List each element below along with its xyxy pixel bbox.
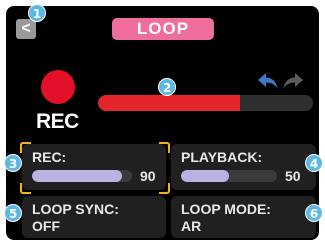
rec-level-slider[interactable] (32, 170, 132, 182)
focus-bracket (159, 142, 170, 153)
playback-level-fill (181, 170, 229, 182)
focus-bracket (159, 183, 170, 194)
focus-bracket (20, 183, 31, 194)
loop-mode-panel[interactable]: LOOP MODE: AR (171, 196, 316, 238)
page-title: LOOP (112, 18, 214, 40)
rec-level-panel[interactable]: REC: 90 (22, 144, 166, 190)
callout-badge: 5 (4, 204, 22, 222)
loop-sync-value: OFF (32, 218, 60, 234)
loop-mode-value: AR (181, 218, 202, 234)
loop-sync-label: LOOP SYNC: (32, 201, 119, 217)
callout-badge: 6 (305, 204, 323, 222)
loop-sync-panel[interactable]: LOOP SYNC: OFF (22, 196, 166, 238)
rec-level-label: REC: (32, 149, 67, 165)
undo-icon[interactable] (257, 72, 279, 90)
callout-badge: 2 (158, 78, 176, 96)
rec-label: REC (36, 110, 79, 133)
rec-level-value: 90 (140, 168, 156, 184)
playback-level-panel[interactable]: PLAYBACK: 50 (171, 144, 316, 190)
callout-badge: 3 (4, 154, 22, 172)
callout-badge: 4 (305, 154, 323, 172)
rec-level-fill (32, 170, 122, 182)
record-indicator-icon[interactable] (41, 70, 75, 104)
loop-progress-fill (98, 95, 240, 111)
playback-level-slider[interactable] (181, 170, 277, 182)
loop-screen: < LOOP REC REC: 90 PLAYBACK: 50 LOOP SYN… (6, 6, 319, 240)
header: < LOOP (6, 6, 319, 42)
playback-level-label: PLAYBACK: (181, 149, 263, 165)
focus-bracket (20, 142, 31, 153)
callout-badge: 1 (28, 4, 46, 22)
playback-level-value: 50 (285, 168, 301, 184)
back-button[interactable]: < (16, 19, 36, 39)
loop-mode-label: LOOP MODE: (181, 201, 271, 217)
loop-progress-bar (98, 95, 313, 111)
redo-icon[interactable] (282, 72, 304, 90)
